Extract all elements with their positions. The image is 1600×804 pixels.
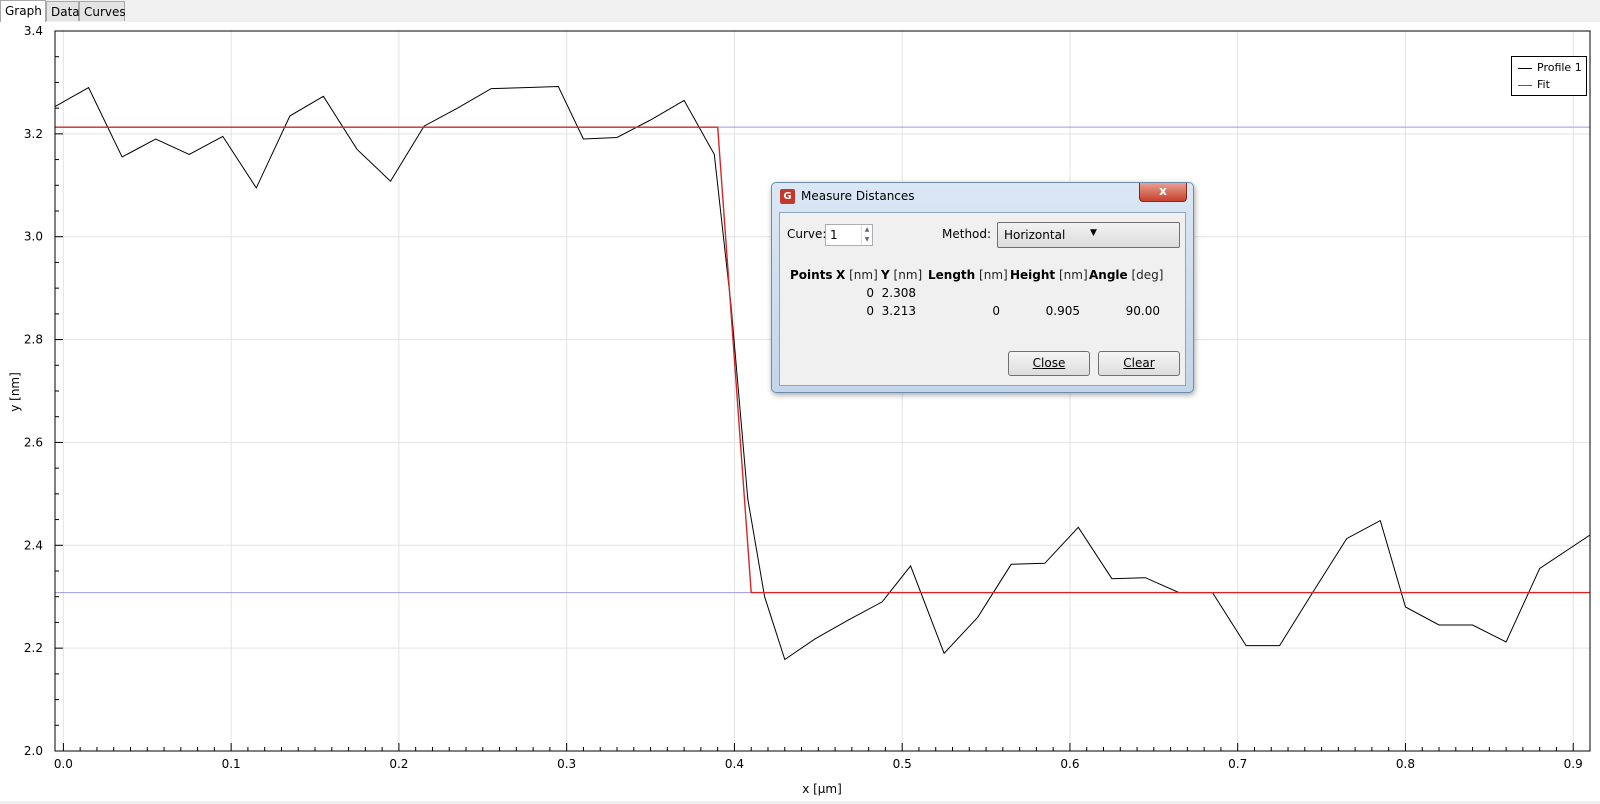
y-tick-label: 2.0 <box>24 744 43 758</box>
x-tick-label: 0.1 <box>222 757 241 771</box>
x-tick-label: 0.8 <box>1396 757 1415 771</box>
x-tick-label: 0.7 <box>1228 757 1247 771</box>
clear-button[interactable]: Clear <box>1098 351 1180 376</box>
col-y: Y [nm] <box>881 268 923 282</box>
legend-swatch-fit <box>1518 84 1532 86</box>
x-tick-label: 0.0 <box>54 757 73 771</box>
tab-bar: Graph Data Curves <box>0 0 1600 23</box>
tab-curves[interactable]: Curves <box>79 1 126 21</box>
tab-graph[interactable]: Graph <box>0 0 46 22</box>
method-value: Horizontal <box>1004 228 1066 242</box>
y-tick-label: 3.0 <box>24 230 43 244</box>
tab-data[interactable]: Data <box>46 1 80 21</box>
y-axis-label: y [nm] <box>8 372 22 412</box>
x-tick-label: 0.6 <box>1060 757 1079 771</box>
close-icon[interactable]: x <box>1139 183 1187 202</box>
col-length: Length [nm] <box>928 268 1008 282</box>
col-height: Height [nm] <box>1010 268 1088 282</box>
legend-label-profile: Profile 1 <box>1537 61 1582 74</box>
y-tick-label: 3.4 <box>24 24 43 38</box>
graph-area[interactable]: 0.0 0.1 0.2 0.3 0.4 0.5 0.6 0.7 0.8 0.9 2.0 2.2 2.4 2… <box>0 22 1600 801</box>
y-tick-label: 2.4 <box>24 538 43 552</box>
measure-distances-dialog: G Measure Distances x Curve: 1 ▲ ▼ Method… <box>771 182 1194 393</box>
clear-button-label: Clear <box>1123 356 1155 370</box>
app-icon: G <box>780 189 795 204</box>
row2-height: 0.905 <box>1045 304 1080 318</box>
method-label: Method: <box>942 227 992 241</box>
row2-angle: 90.00 <box>1125 304 1160 318</box>
axes: 0.0 0.1 0.2 0.3 0.4 0.5 0.6 0.7 0.8 0.9 2.0 2.2 2.4 2… <box>24 24 1591 771</box>
close-button-label: Close <box>1032 356 1066 370</box>
x-axis-label: x [µm] <box>802 782 842 796</box>
profile-chart[interactable]: 0.0 0.1 0.2 0.3 0.4 0.5 0.6 0.7 0.8 0.9 2.0 2.2 2.4 2… <box>0 22 1600 801</box>
x-tick-label: 0.2 <box>389 757 408 771</box>
y-tick-label: 2.2 <box>24 641 43 655</box>
x-tick-label: 0.9 <box>1564 757 1583 771</box>
row1-x: 0 <box>866 286 874 300</box>
legend-item-profile: Profile 1 <box>1518 60 1582 76</box>
y-tick-label: 2.6 <box>24 435 43 449</box>
y-tick-label: 3.2 <box>24 127 43 141</box>
curve-spinbox[interactable]: 1 ▲ ▼ <box>825 224 873 246</box>
row2-length: 0 <box>992 304 1000 318</box>
col-x: X [nm] <box>836 268 878 282</box>
method-select[interactable]: Horizontal ▼ <box>997 222 1180 248</box>
spin-arrows-icon[interactable]: ▲ ▼ <box>861 225 872 245</box>
curve-value: 1 <box>830 228 838 242</box>
row2-y: 3.213 <box>881 304 916 318</box>
x-tick-label: 0.3 <box>557 757 576 771</box>
row2-x: 0 <box>866 304 874 318</box>
dialog-body: Curve: 1 ▲ ▼ Method: Horizontal ▼ Points … <box>779 212 1186 386</box>
legend-item-fit: Fit <box>1518 77 1550 93</box>
legend: Profile 1 Fit <box>1511 56 1587 96</box>
legend-label-fit: Fit <box>1537 78 1550 91</box>
dialog-title: Measure Distances <box>801 189 915 203</box>
x-tick-label: 0.4 <box>725 757 744 771</box>
chevron-down-icon: ▼ <box>1090 228 1097 238</box>
col-points: Points <box>790 268 833 282</box>
x-tick-label: 0.5 <box>893 757 912 771</box>
curve-label: Curve: <box>787 227 827 241</box>
col-angle: Angle [deg] <box>1089 268 1164 282</box>
y-tick-label: 2.8 <box>24 333 43 347</box>
legend-swatch-profile <box>1518 67 1532 69</box>
row1-y: 2.308 <box>881 286 916 300</box>
close-button[interactable]: Close <box>1008 351 1090 376</box>
